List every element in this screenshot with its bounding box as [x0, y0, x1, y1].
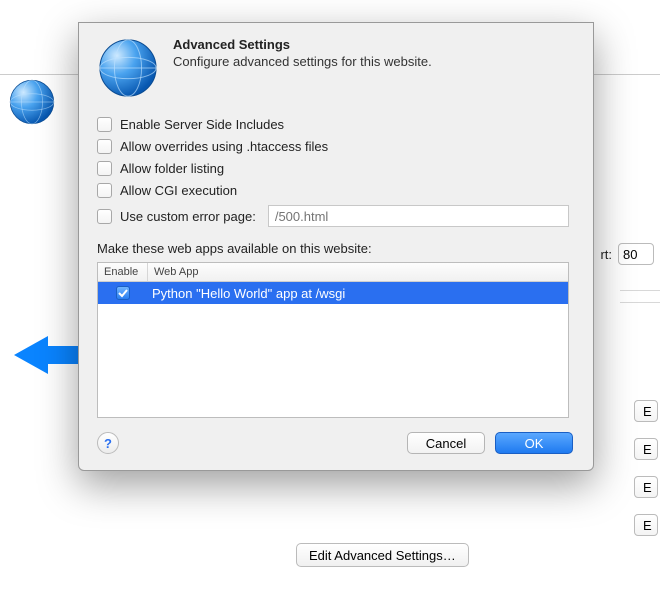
globe-icon	[8, 78, 56, 126]
edit-button-fragment[interactable]: E	[634, 438, 658, 460]
webapps-section-label: Make these web apps available on this we…	[97, 241, 569, 256]
allow-cgi-label: Allow CGI execution	[120, 183, 237, 198]
column-header-webapp[interactable]: Web App	[148, 263, 568, 281]
help-icon: ?	[104, 436, 112, 451]
webapps-table: Enable Web App Python "Hello World" app …	[97, 262, 569, 418]
table-row[interactable]: Python "Hello World" app at /wsgi	[98, 282, 568, 304]
custom-error-page-input[interactable]	[268, 205, 569, 227]
ok-button[interactable]: OK	[495, 432, 573, 454]
allow-folder-listing-label: Allow folder listing	[120, 161, 224, 176]
custom-error-page-checkbox[interactable]	[97, 209, 112, 224]
enable-ssi-checkbox[interactable]	[97, 117, 112, 132]
port-label: rt:	[600, 247, 612, 262]
edit-advanced-settings-button[interactable]: Edit Advanced Settings…	[296, 543, 469, 567]
globe-icon	[97, 37, 159, 99]
column-header-enable[interactable]: Enable	[98, 263, 148, 281]
background-edit-buttons: E E E E	[634, 400, 658, 536]
background-divider-lines	[620, 290, 660, 314]
port-field-fragment: rt:	[600, 243, 654, 265]
dialog-subtitle: Configure advanced settings for this web…	[173, 54, 432, 69]
dialog-title: Advanced Settings	[173, 37, 432, 52]
edit-button-fragment[interactable]: E	[634, 400, 658, 422]
advanced-settings-dialog: Advanced Settings Configure advanced set…	[78, 22, 594, 471]
allow-htaccess-label: Allow overrides using .htaccess files	[120, 139, 328, 154]
annotation-arrow-icon	[14, 332, 80, 378]
cancel-button[interactable]: Cancel	[407, 432, 485, 454]
webapp-enable-checkbox[interactable]	[116, 286, 130, 300]
edit-button-fragment[interactable]: E	[634, 476, 658, 498]
edit-button-fragment[interactable]: E	[634, 514, 658, 536]
webapp-name: Python "Hello World" app at /wsgi	[148, 286, 568, 301]
custom-error-page-label: Use custom error page:	[120, 209, 256, 224]
allow-cgi-checkbox[interactable]	[97, 183, 112, 198]
enable-ssi-label: Enable Server Side Includes	[120, 117, 284, 132]
allow-htaccess-checkbox[interactable]	[97, 139, 112, 154]
allow-folder-listing-checkbox[interactable]	[97, 161, 112, 176]
port-input[interactable]	[618, 243, 654, 265]
help-button[interactable]: ?	[97, 432, 119, 454]
